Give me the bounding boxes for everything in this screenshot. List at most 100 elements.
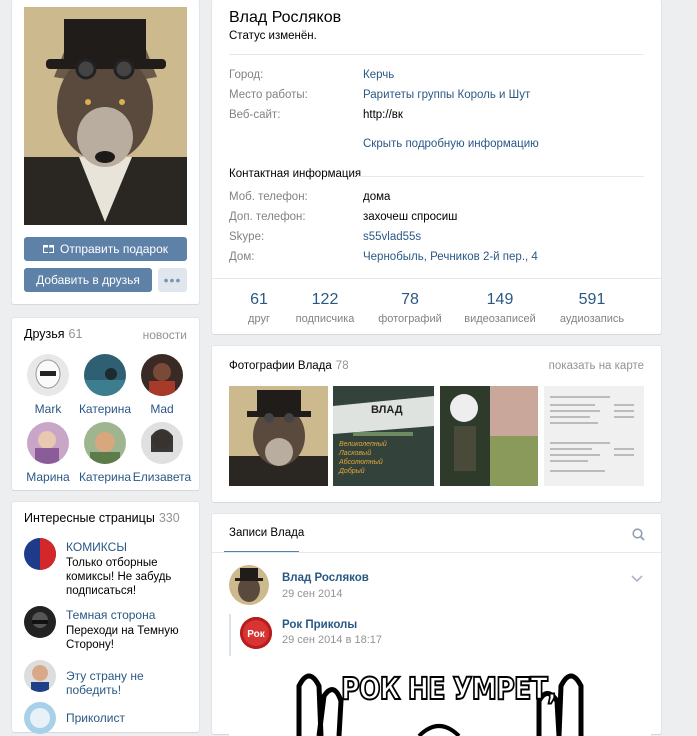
more-dots-icon: ••• [163,272,182,288]
counter-videos[interactable]: 149 видеозаписей [455,291,545,325]
profile-status[interactable]: Статус изменён. [229,30,317,42]
friend-item[interactable]: Mad [132,354,192,416]
info-value-link[interactable]: s55vlad55s [363,231,421,243]
counter-followers[interactable]: 122 подписчика [280,291,370,325]
pages-title: Интересные страницы [24,511,155,525]
friend-avatar [84,354,126,396]
info-key: Город: [229,69,264,81]
repost-date[interactable]: 29 сен 2014 в 18:17 [282,634,382,646]
page-avatar [24,538,56,570]
info-value-link[interactable]: Чернобыль, Речников 2-й пер., 4 [363,251,538,263]
repost-author-avatar[interactable]: Рок [240,617,272,649]
info-value-link[interactable]: Керчь [363,69,394,81]
hide-details-link[interactable]: Скрыть подробную информацию [363,138,539,150]
counter-label: фотографий [378,313,442,325]
page-item[interactable]: Эту страну не победить! [24,660,194,697]
friends-title: Друзья [24,327,65,341]
search-icon[interactable] [632,528,645,544]
photo-thumbnail[interactable] [544,386,644,486]
repost-avatar-text: Рок [247,629,266,640]
friends-count: 61 [68,327,83,341]
friend-avatar [141,422,183,464]
info-value: захочеш спросиш [363,211,458,223]
info-key: Доп. телефон: [229,211,306,223]
divider [212,278,661,279]
send-gift-label: Отправить подарок [59,242,169,256]
page-item[interactable]: КОМИКСЫ Только отборные комиксы! Не забу… [24,538,194,597]
page-item[interactable]: Приколист [24,702,194,734]
divider [212,552,661,553]
friend-name: Mad [150,402,174,416]
friend-name: Катерина [78,402,132,416]
profile-info-card: Влад Росляков Статус изменён. Город: Кер… [212,0,661,334]
counter-label: видеозаписей [464,313,536,325]
page-avatar [24,606,56,638]
friends-header[interactable]: Друзья 61 [24,327,82,341]
chevron-down-icon[interactable] [631,572,643,586]
post-author-avatar[interactable] [229,565,269,605]
photo-thumbnail[interactable]: ВЛАД Великолепный Ласковый Абсолютный До… [333,386,434,486]
post-date[interactable]: 29 сен 2014 [282,588,343,600]
pages-count: 330 [158,511,180,525]
counter-value: 591 [578,291,606,308]
info-value: дома [363,191,391,203]
page-avatar [24,702,56,734]
page-desc: Переходи на Темную Сторону! [66,625,179,651]
post-image[interactable]: РОК НЕ УМРЕТ, [229,656,651,736]
divider [358,176,644,177]
thumb-caption: Великолепный Ласковый Абсолютный Добрый [339,440,387,476]
friend-avatar [27,354,69,396]
photos-count: 78 [335,360,349,372]
friend-item[interactable]: Елизавета [132,422,192,484]
info-value: http://вк [363,109,403,121]
friend-avatar [84,422,126,464]
wall-tab[interactable]: Записи Влада [229,527,304,539]
friend-name: Mark [34,402,62,416]
info-key: Дом: [229,251,255,263]
counter-photos[interactable]: 78 фотографий [365,291,455,325]
repost-author-name[interactable]: Рок Приколы [282,619,357,631]
profile-avatar[interactable] [24,7,187,225]
friend-name: Катерина [78,470,132,484]
page-title: Приколист [66,711,125,725]
photo-thumbnail[interactable] [229,386,328,486]
thumb-line: Ласковый [339,450,372,457]
photos-header[interactable]: Фотографии Влада 78 [229,360,349,372]
friend-item[interactable]: Катерина [75,422,135,484]
pages-header[interactable]: Интересные страницы 330 [24,511,180,525]
page-item[interactable]: Темная сторона Переходи на Темную Сторон… [24,606,194,652]
add-friend-label: Добавить в друзья [36,273,140,287]
photo-thumbnail[interactable] [440,386,538,486]
counter-label: подписчика [295,313,355,325]
friend-item[interactable]: Mark [18,354,78,416]
friend-item[interactable]: Катерина [75,354,135,416]
thumb-title: ВЛАД [371,404,403,416]
info-value-link[interactable]: Раритеты группы Король и Шут [363,89,530,101]
divider [229,54,644,55]
counter-label: аудиозапись [559,313,625,325]
counter-value: 122 [311,291,339,308]
friend-name: Елизавета [132,470,192,484]
friend-avatar [141,354,183,396]
meme-caption: РОК НЕ УМРЕТ, [340,671,557,708]
photos-block: Фотографии Влада 78 показать на карте ВЛА… [212,346,661,502]
post-author-name[interactable]: Влад Росляков [282,572,369,584]
page-title: Темная сторона [66,608,156,622]
thumb-line: Абсолютный [339,459,383,466]
contact-heading: Контактная информация [229,168,362,180]
add-friend-button[interactable]: Добавить в друзья [24,268,152,292]
counter-value: 149 [486,291,514,308]
gift-icon [42,242,54,256]
wall-block: Записи Влада Влад Росляков 29 сен 2014 Р… [212,514,661,736]
friend-avatar [27,422,69,464]
counter-audio[interactable]: 591 аудиозапись [547,291,637,325]
page-avatar [24,660,56,692]
friend-item[interactable]: Марина [18,422,78,484]
counter-value: 78 [401,291,419,308]
show-on-map-link[interactable]: показать на карте [549,360,644,372]
send-gift-button[interactable]: Отправить подарок [24,237,187,261]
more-actions-button[interactable]: ••• [158,268,187,292]
info-key: Место работы: [229,89,308,101]
friends-news-link[interactable]: новости [143,328,187,342]
thumb-line: Великолепный [339,441,387,448]
